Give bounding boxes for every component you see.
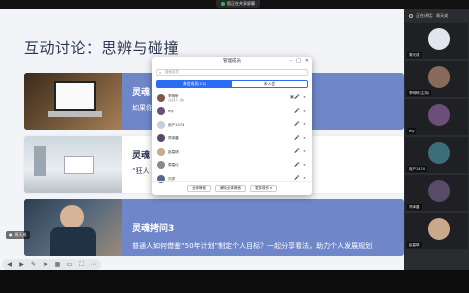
member-row[interactable]: 用户1474 🎤 ▸ <box>156 118 308 132</box>
camera-icon[interactable]: ▸ <box>304 109 306 114</box>
tab-joined[interactable]: 参会成员(13) <box>157 81 232 87</box>
minimize-icon[interactable]: – <box>290 57 293 66</box>
participant-name: 郑泽晨 <box>407 204 422 210</box>
camera-icon[interactable]: ▸ <box>304 163 306 168</box>
participant-name: my <box>407 128 417 134</box>
participant-tile[interactable]: 赵嘉琪 <box>405 213 468 249</box>
mic-icon[interactable]: 🎤 <box>294 163 300 168</box>
avatar <box>157 134 165 143</box>
manage-members-dialog: 管理成员 – □ ✕ ⌕ 搜索成员 参会成员(13) 未入会 李明轩 (主持人, … <box>152 57 312 195</box>
discussion-item-text: 普通人如何借鉴“50年计划”制定个人目标？一起分享看法，助力个人发展规划 <box>132 242 373 250</box>
presenter-name: 周天成 <box>14 232 27 237</box>
unmute-all-button[interactable]: 解除全体静音 <box>215 185 247 192</box>
avatar <box>157 93 165 102</box>
member-row[interactable]: 周嘉仪 🎤 ▸ <box>156 159 308 173</box>
more-actions-button[interactable]: 更多操作 ▾ <box>250 185 277 192</box>
discussion-item-title: 灵魂 <box>132 151 151 161</box>
presenter-label: ● 周天成 <box>6 231 30 239</box>
avatar <box>428 180 450 202</box>
member-row[interactable]: my 🎤 ▸ <box>156 105 308 119</box>
dialog-title-bar: 管理成员 – □ ✕ <box>152 57 312 66</box>
pointer-icon[interactable]: ➤ <box>42 261 49 268</box>
member-tabs: 参会成员(13) 未入会 <box>156 80 308 88</box>
participant-name: 用户1474 <box>407 166 427 172</box>
avatar <box>157 161 165 170</box>
maximize-icon[interactable]: □ <box>296 57 301 66</box>
grid-icon[interactable]: ▦ <box>54 261 61 268</box>
speaking-label: 正在讲话：周天成 <box>416 13 448 18</box>
search-placeholder: 搜索成员 <box>165 70 179 74</box>
participant-name: 赵嘉琪 <box>407 242 422 248</box>
member-list: 李明轩(主持人, 我) ▣ 🎤 ▸ my 🎤 ▸ 用户1474 🎤 ▸ 郑泽晨 <box>156 91 308 186</box>
speaker-icon <box>409 14 413 18</box>
window-controls: – □ ✕ <box>290 57 309 66</box>
meeting-window: 您正在共享屏幕 互动讨论：思辨与碰撞 灵魂 如果你 央策依据，引发对投资策略的 … <box>0 0 469 293</box>
dialog-footer: 全体静音 解除全体静音 更多操作 ▾ <box>152 181 312 195</box>
discussion-item-title: 灵魂 <box>132 88 151 98</box>
tab-not-joined[interactable]: 未入会 <box>232 81 307 87</box>
member-row[interactable]: 李明轩 (主持人, 我) ▣ 🎤 ▸ <box>156 91 308 105</box>
bottom-bar <box>0 270 469 293</box>
member-row[interactable]: 赵嘉琪 🎤 ▸ <box>156 145 308 159</box>
participant-tile[interactable]: 李明轩(主持) <box>405 61 468 97</box>
member-name: my <box>168 109 174 114</box>
dialog-title: 管理成员 <box>223 59 241 64</box>
more-icon[interactable]: ⋯ <box>90 261 97 268</box>
member-name: 用户1474 <box>168 122 185 127</box>
share-status-label: 您正在共享屏幕 <box>227 1 255 6</box>
top-share-bar: 您正在共享屏幕 <box>0 0 469 9</box>
slide-title: 互动讨论：思辨与碰撞 <box>24 39 180 57</box>
screen-icon[interactable]: ▭ <box>66 261 73 268</box>
participant-tile[interactable]: my <box>405 99 468 135</box>
avatar <box>157 147 165 156</box>
avatar <box>157 107 165 116</box>
office-photo <box>24 136 122 193</box>
slide-toolbar: ◀ ▶ ✎ ➤ ▦ ▭ ⛶ ⋯ <box>2 259 101 270</box>
member-row[interactable]: 郑泽晨 🎤 ▸ <box>156 132 308 146</box>
member-name: 赵嘉琪 <box>168 149 179 154</box>
avatar <box>428 142 450 164</box>
prev-icon[interactable]: ◀ <box>6 261 13 268</box>
fullscreen-icon[interactable]: ⛶ <box>78 261 85 268</box>
close-icon[interactable]: ✕ <box>305 57 309 66</box>
avatar <box>428 218 450 240</box>
participants-panel: 正在讲话：周天成 周天成 李明轩(主持) my 用户1474 郑泽晨 赵嘉琪 <box>404 9 469 270</box>
screen-share-icon: ▣ <box>289 95 294 101</box>
participant-name: 周天成 <box>407 52 422 58</box>
participant-tile[interactable]: 郑泽晨 <box>405 175 468 211</box>
member-name: 周嘉仪 <box>168 163 179 168</box>
avatar <box>428 104 450 126</box>
mic-icon[interactable]: 🎤 <box>294 136 300 141</box>
avatar <box>428 66 450 88</box>
member-name: 李明轩 (主持人, 我) <box>168 93 185 102</box>
camera-icon[interactable]: ▸ <box>304 149 306 154</box>
member-name: 郑泽晨 <box>168 136 179 141</box>
mic-icon[interactable]: 🎤 <box>294 109 300 114</box>
mute-all-button[interactable]: 全体静音 <box>187 185 212 192</box>
mic-icon[interactable]: 🎤 <box>294 95 300 100</box>
mic-icon[interactable]: 🎤 <box>294 149 300 154</box>
member-search-input[interactable]: ⌕ 搜索成员 <box>156 69 308 76</box>
avatar <box>428 28 450 50</box>
camera-icon[interactable]: ▸ <box>304 122 306 127</box>
meeting-photo <box>24 199 122 256</box>
sharing-indicator-icon <box>221 2 225 6</box>
search-icon: ⌕ <box>159 70 162 75</box>
avatar <box>157 120 165 129</box>
share-status-pill[interactable]: 您正在共享屏幕 <box>216 0 260 8</box>
discussion-item-3: 灵魂拷问3 普通人如何借鉴“50年计划”制定个人目标？一起分享看法，助力个人发展… <box>24 199 404 256</box>
participant-tile[interactable]: 用户1474 <box>405 137 468 173</box>
mic-icon[interactable]: 🎤 <box>294 122 300 127</box>
mic-icon: ● <box>9 232 13 237</box>
pen-icon[interactable]: ✎ <box>30 261 37 268</box>
camera-icon[interactable]: ▸ <box>304 136 306 141</box>
next-icon[interactable]: ▶ <box>18 261 25 268</box>
speaking-header: 正在讲话：周天成 <box>404 9 469 23</box>
participant-tile[interactable]: 周天成 <box>405 23 468 59</box>
discussion-item-title: 灵魂拷问3 <box>132 224 175 234</box>
laptop-photo <box>24 73 122 130</box>
participant-name: 李明轩(主持) <box>407 90 432 96</box>
camera-icon[interactable]: ▸ <box>304 95 306 100</box>
